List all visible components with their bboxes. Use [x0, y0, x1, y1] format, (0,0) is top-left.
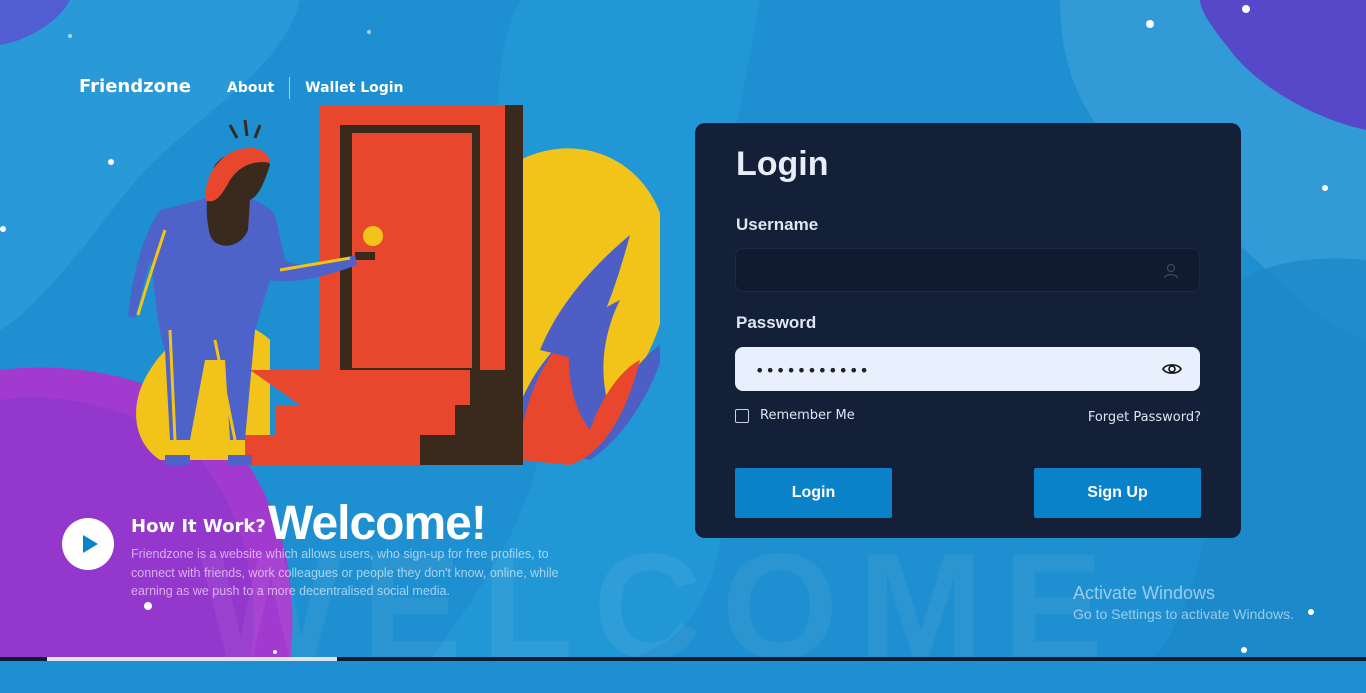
activate-windows-overlay: Activate Windows Go to Settings to activ… [1073, 583, 1294, 622]
remember-me: Remember Me [735, 408, 855, 423]
username-input[interactable] [754, 249, 1158, 293]
eye-icon[interactable] [1162, 359, 1182, 379]
login-button[interactable]: Login [735, 468, 892, 518]
login-title: Login [736, 145, 829, 183]
nav-wallet-login-link[interactable]: Wallet Login [305, 80, 403, 96]
brand-logo[interactable]: Friendzone [79, 76, 191, 97]
user-icon [1163, 263, 1179, 279]
activate-windows-subtitle: Go to Settings to activate Windows. [1073, 606, 1294, 622]
nav-about-link[interactable]: About [227, 80, 274, 96]
play-icon[interactable] [62, 518, 114, 570]
password-field[interactable] [735, 347, 1200, 393]
nav-divider [289, 77, 291, 99]
username-field[interactable] [735, 248, 1200, 293]
how-it-works-title: How It Work? [131, 516, 266, 537]
username-label: Username [736, 215, 819, 234]
door-illustration [128, 105, 660, 465]
login-card: Login Username Password Remember Me Forg… [695, 123, 1241, 538]
password-input[interactable] [753, 347, 1157, 393]
welcome-heading: Welcome! [268, 497, 487, 550]
remember-me-checkbox[interactable] [735, 408, 749, 423]
signup-button[interactable]: Sign Up [1034, 468, 1201, 518]
top-nav: About Wallet Login [227, 77, 404, 99]
forget-password-link[interactable]: Forget Password? [1088, 410, 1201, 425]
password-label: Password [736, 313, 817, 332]
scrollbar-thumb[interactable] [47, 657, 337, 661]
activate-windows-title: Activate Windows [1073, 583, 1216, 603]
hero-description: Friendzone is a website which allows use… [131, 547, 559, 598]
bottom-scrollbar[interactable] [0, 657, 1366, 661]
remember-me-label: Remember Me [760, 408, 855, 423]
